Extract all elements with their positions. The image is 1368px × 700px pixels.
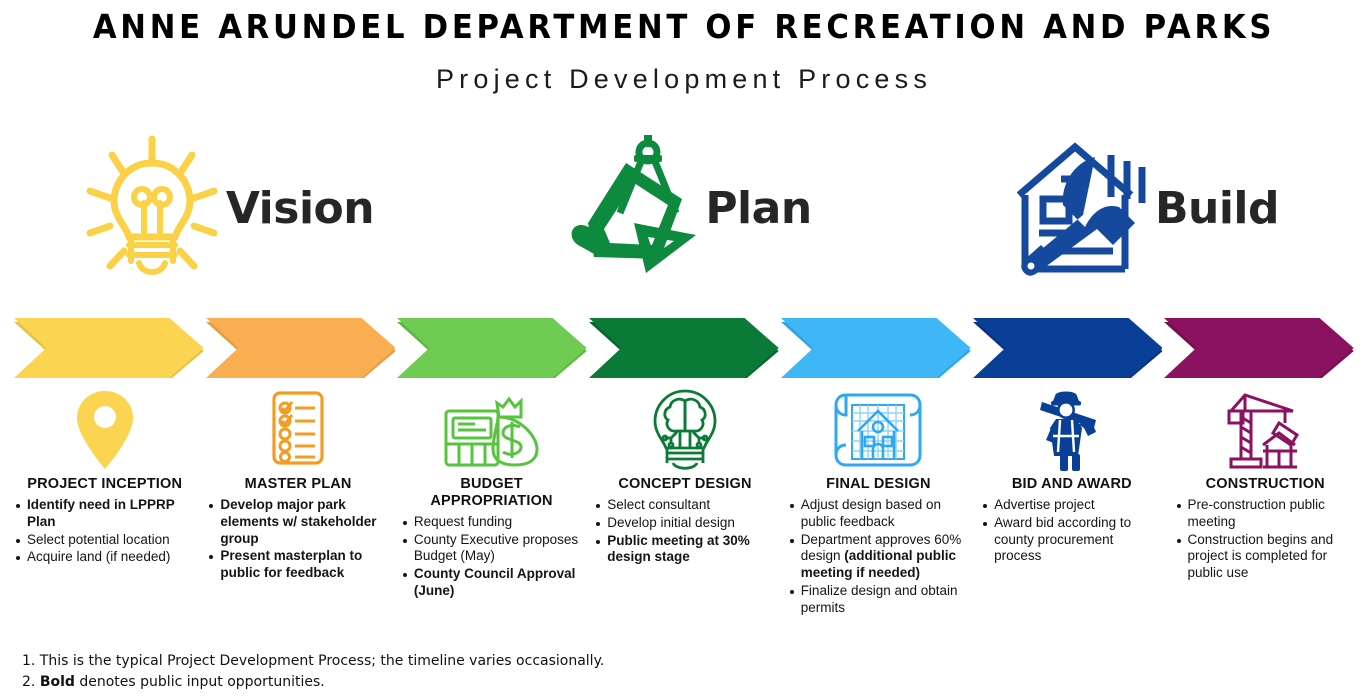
house-hammer-icon xyxy=(1001,133,1151,283)
lightbulb-rays-icon xyxy=(82,133,222,283)
phase-label-plan: Plan xyxy=(705,182,812,234)
list-item: Select consultant xyxy=(594,497,775,514)
blueprint-scroll-icon xyxy=(788,386,969,474)
phase-label-build: Build xyxy=(1154,182,1280,234)
step-final-design: FINAL DESIGN Adjust design based on publ… xyxy=(782,386,975,618)
list-item: Department approves 60% design (addition… xyxy=(788,532,969,583)
step-bullets: Identify need in LPPRP Plan Select poten… xyxy=(14,497,195,567)
list-item: Pre-construction public meeting xyxy=(1175,497,1356,531)
list-item: Construction begins and project is compl… xyxy=(1175,532,1356,583)
list-item: Public meeting at 30% design stage xyxy=(594,533,775,567)
list-item: County Council Approval (June) xyxy=(401,566,582,600)
phase-vision: Vision xyxy=(0,133,456,283)
step-construction: CONSTRUCTION Pre-construction public mee… xyxy=(1169,386,1362,583)
step-bullets: Develop major park elements w/ stakehold… xyxy=(207,497,388,582)
chevron-master-plan xyxy=(205,318,396,378)
list-item: Present masterplan to public for feedbac… xyxy=(207,548,388,582)
step-bullets: Request funding County Executive propose… xyxy=(401,514,582,600)
step-title: CONSTRUCTION xyxy=(1205,476,1325,492)
step-bid-and-award: BID AND AWARD Advertise project Award bi… xyxy=(975,386,1168,566)
chevron-band xyxy=(14,318,1356,378)
chevron-budget-appropriation xyxy=(397,318,588,378)
phase-row: Vision Plan Build xyxy=(0,128,1368,288)
checklist-icon xyxy=(207,386,388,474)
step-bullets: Adjust design based on public feedback D… xyxy=(788,497,969,617)
phase-build: Build xyxy=(912,133,1368,283)
crane-building-icon xyxy=(1175,386,1356,474)
footnotes: 1. This is the typical Project Developme… xyxy=(22,651,922,692)
chevron-concept-design xyxy=(589,318,779,378)
footnote-2: 2. Bold denotes public input opportuniti… xyxy=(22,673,325,690)
step-title: CONCEPT DESIGN xyxy=(618,476,752,492)
step-bullets: Pre-construction public meeting Construc… xyxy=(1175,497,1356,582)
step-project-inception: PROJECT INCEPTION Identify need in LPPRP… xyxy=(8,386,201,567)
step-concept-design: CONCEPT DESIGN Select consultant Develop… xyxy=(588,386,781,567)
list-item: Request funding xyxy=(401,514,582,531)
list-item: Develop initial design xyxy=(594,515,775,532)
step-title: PROJECT INCEPTION xyxy=(27,476,183,492)
list-item: Finalize design and obtain permits xyxy=(788,583,969,617)
construction-worker-icon xyxy=(981,386,1162,474)
step-bullets: Select consultant Develop initial design… xyxy=(594,497,775,567)
step-master-plan: MASTER PLAN Develop major park elements … xyxy=(201,386,394,583)
step-title: BUDGET APPROPRIATION xyxy=(430,476,553,509)
chevron-construction xyxy=(1164,318,1355,378)
step-budget-appropriation: BUDGET APPROPRIATION Request funding Cou… xyxy=(395,386,588,601)
list-item: Identify need in LPPRP Plan xyxy=(14,497,195,531)
list-item: Acquire land (if needed) xyxy=(14,549,195,566)
page-title: ANNE ARUNDEL DEPARTMENT OF RECREATION AN… xyxy=(92,7,1276,46)
title-block: ANNE ARUNDEL DEPARTMENT OF RECREATION AN… xyxy=(0,0,1368,95)
phase-label-vision: Vision xyxy=(225,182,375,234)
step-title: BID AND AWARD xyxy=(1011,476,1132,492)
list-item: Adjust design based on public feedback xyxy=(788,497,969,531)
list-item: Select potential location xyxy=(14,532,195,549)
footnote-1: 1. This is the typical Project Developme… xyxy=(22,653,605,670)
steps-row: PROJECT INCEPTION Identify need in LPPRP… xyxy=(8,386,1362,661)
step-title: MASTER PLAN xyxy=(244,476,352,492)
chevron-final-design xyxy=(780,318,971,378)
phase-plan: Plan xyxy=(456,133,912,283)
page-subtitle: Project Development Process xyxy=(435,63,933,94)
chevron-project-inception xyxy=(14,318,204,378)
step-bullets: Advertise project Award bid according to… xyxy=(981,497,1162,566)
step-title: FINAL DESIGN xyxy=(826,476,931,492)
money-bag-ledger-icon xyxy=(401,386,582,474)
list-item: Award bid according to county procuremen… xyxy=(981,515,1162,566)
list-item: County Executive proposes Budget (May) xyxy=(401,532,582,566)
list-item: Develop major park elements w/ stakehold… xyxy=(207,497,388,548)
chevron-bid-and-award xyxy=(972,318,1163,378)
brain-bulb-icon xyxy=(594,386,775,474)
map-pin-icon xyxy=(14,386,195,474)
blueprint-compass-icon xyxy=(556,133,701,283)
list-item: Advertise project xyxy=(981,497,1162,514)
